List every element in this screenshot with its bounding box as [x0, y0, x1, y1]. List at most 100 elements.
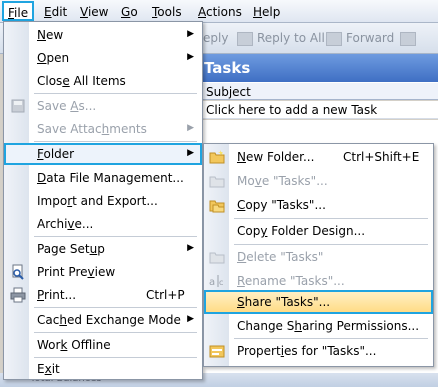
- copy-folder-icon: [209, 200, 225, 213]
- menu-view-accel: V: [80, 5, 88, 19]
- file-folder-label: Folder: [37, 147, 75, 161]
- menu-edit-accel: E: [44, 5, 52, 19]
- menu-tools[interactable]: Tools: [152, 4, 182, 20]
- file-print-preview[interactable]: Print Preview: [4, 261, 202, 283]
- submenu-arrow-icon: ▶: [187, 123, 194, 133]
- folder-change-sharing-permissions[interactable]: Change Sharing Permissions...: [204, 314, 433, 338]
- menu-file[interactable]: File: [2, 1, 35, 21]
- folder-submenu: New Folder... Ctrl+Shift+E Move "Tasks".…: [203, 143, 434, 367]
- move-folder-label: Move "Tasks"...: [237, 174, 328, 188]
- add-task-row[interactable]: Click here to add a new Task: [200, 101, 438, 119]
- folder-delete[interactable]: Delete "Tasks": [204, 245, 433, 269]
- menu-separator: [34, 93, 197, 94]
- file-import-export-label: Import and Export...: [37, 194, 158, 208]
- submenu-arrow-icon: ▶: [187, 243, 194, 253]
- file-cached-exchange-mode[interactable]: Cached Exchange Mode ▶: [4, 309, 202, 331]
- new-folder-label: New Folder...: [237, 150, 315, 164]
- folder-properties[interactable]: Properties for "Tasks"...: [204, 339, 433, 363]
- menu-actions[interactable]: Actions: [198, 4, 242, 20]
- menu-tools-label: ools: [157, 5, 182, 19]
- properties-label: Properties for "Tasks"...: [237, 344, 377, 358]
- delete-folder-icon: [209, 252, 225, 264]
- share-folder-label: Share "Tasks"...: [237, 295, 331, 309]
- move-folder-icon: [209, 176, 225, 188]
- file-save-as[interactable]: Save As...: [4, 95, 202, 117]
- file-import-export[interactable]: Import and Export...: [4, 190, 202, 212]
- reply-label: eply: [203, 31, 229, 45]
- menu-bar: File Edit View Go Tools Actions Help: [0, 0, 438, 23]
- file-exit[interactable]: Exit: [4, 358, 202, 380]
- file-exit-label: Exit: [37, 362, 60, 376]
- file-print-preview-label: Print Preview: [37, 265, 116, 279]
- menu-separator: [34, 332, 197, 333]
- menu-view[interactable]: View: [80, 4, 108, 20]
- folder-share[interactable]: Share "Tasks"...: [204, 290, 433, 314]
- submenu-arrow-icon: ▶: [187, 52, 194, 62]
- file-cached-exchange-label: Cached Exchange Mode: [37, 313, 181, 327]
- file-archive[interactable]: Archive...: [4, 213, 202, 235]
- menu-separator: [34, 141, 197, 142]
- menu-go[interactable]: Go: [121, 4, 138, 20]
- file-close-all-label: Close All Items: [37, 74, 126, 88]
- forward-button[interactable]: Forward: [326, 31, 394, 46]
- menu-help[interactable]: Help: [253, 4, 280, 20]
- file-menu: New ▶ Open ▶ Close All Items Save As... …: [3, 21, 203, 380]
- submenu-arrow-icon: ▶: [187, 29, 194, 39]
- file-folder[interactable]: Folder ▶: [4, 143, 202, 165]
- forward-icon: [326, 31, 342, 46]
- rename-folder-label: Rename "Tasks"...: [237, 274, 345, 288]
- file-data-file-management-label: Data File Management...: [37, 171, 184, 185]
- file-print-label: Print...: [37, 288, 77, 302]
- new-folder-shortcut: Ctrl+Shift+E: [343, 150, 420, 164]
- delete-folder-label: Delete "Tasks": [237, 250, 324, 264]
- menu-actions-accel: A: [198, 5, 206, 19]
- folder-copy-design[interactable]: Copy Folder Design...: [204, 219, 433, 243]
- submenu-arrow-icon: ▶: [187, 314, 194, 324]
- svg-text:a: a: [209, 277, 215, 288]
- reply-all-button[interactable]: Reply to All: [237, 31, 325, 46]
- menu-edit-label: dit: [51, 5, 68, 19]
- menu-help-accel: H: [253, 5, 263, 19]
- file-save-attachments[interactable]: Save Attachments ▶: [4, 118, 202, 140]
- folder-move[interactable]: Move "Tasks"...: [204, 169, 433, 193]
- reply-all-icon: [237, 31, 253, 46]
- new-folder-icon: [209, 150, 225, 164]
- file-close-all-items[interactable]: Close All Items: [4, 70, 202, 92]
- menu-go-accel: G: [121, 5, 131, 19]
- file-new-label: New: [37, 28, 64, 42]
- file-work-offline[interactable]: Work Offline: [4, 334, 202, 356]
- printer-icon: [10, 287, 26, 303]
- grid-icon: [400, 31, 416, 46]
- reply-button[interactable]: eply: [203, 31, 228, 45]
- file-open[interactable]: Open ▶: [4, 47, 202, 69]
- menu-file-label: ile: [14, 6, 29, 20]
- file-data-file-management[interactable]: Data File Management...: [4, 167, 202, 189]
- folder-new-folder[interactable]: New Folder... Ctrl+Shift+E: [204, 145, 433, 169]
- menu-edit[interactable]: Edit: [44, 4, 67, 20]
- file-archive-label: Archive...: [37, 217, 94, 231]
- toolbar-grid-button[interactable]: [400, 31, 420, 46]
- subject-column-header[interactable]: Subject: [200, 82, 438, 100]
- menu-help-label: elp: [262, 5, 281, 19]
- copy-design-label: Copy Folder Design...: [237, 224, 366, 238]
- submenu-arrow-icon: ▶: [187, 148, 194, 158]
- rename-icon: ac: [209, 275, 223, 288]
- file-save-attachments-label: Save Attachments: [37, 122, 147, 136]
- file-print[interactable]: Print... Ctrl+P: [4, 284, 202, 306]
- properties-icon: [209, 345, 225, 358]
- forward-label: Forward: [346, 31, 395, 45]
- svg-text:c: c: [219, 278, 223, 287]
- file-save-as-label: Save As...: [37, 99, 97, 113]
- file-page-setup-label: Page Setup: [37, 242, 105, 256]
- menu-view-label: iew: [87, 5, 109, 19]
- file-print-shortcut: Ctrl+P: [146, 288, 185, 302]
- reply-all-label: Reply to All: [257, 31, 325, 45]
- file-open-label: Open: [37, 51, 70, 65]
- file-new[interactable]: New ▶: [4, 24, 202, 46]
- file-page-setup[interactable]: Page Setup ▶: [4, 238, 202, 260]
- folder-copy[interactable]: Copy "Tasks"...: [204, 193, 433, 217]
- menu-go-label: o: [130, 5, 138, 19]
- menu-actions-label: ctions: [206, 5, 242, 19]
- tasks-header: Tasks: [200, 54, 438, 82]
- copy-folder-label: Copy "Tasks"...: [237, 198, 326, 212]
